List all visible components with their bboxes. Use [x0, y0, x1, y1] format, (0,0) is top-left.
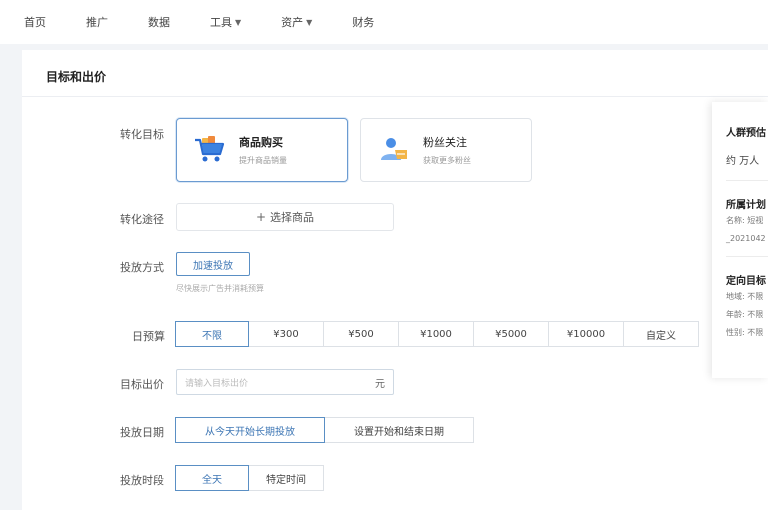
nav-label: 资产: [281, 16, 304, 29]
plan-name-prefix: 名称: [726, 216, 742, 225]
budget-option-300[interactable]: ¥300: [248, 321, 324, 347]
method-label: 投放方式: [120, 261, 164, 274]
plan-date: _2021042: [726, 234, 766, 243]
target-bid-unit: 元: [375, 378, 385, 390]
time-option-specific[interactable]: 特定时间: [248, 465, 324, 491]
nav-label: 数据: [148, 16, 170, 29]
goal-option-follow[interactable]: 粉丝关注 获取更多粉丝: [360, 118, 532, 182]
section-divider: [22, 96, 768, 97]
chevron-down-icon: ▼: [306, 17, 313, 27]
date-option-range[interactable]: 设置开始和结束日期: [324, 417, 474, 443]
gender-value: 不限: [747, 328, 764, 337]
budget-label: 日预算: [132, 330, 165, 343]
nav-item-tools[interactable]: 工具 ▼: [210, 14, 241, 30]
budget-option-unlimited[interactable]: 不限: [175, 321, 249, 347]
gender-label: 性别: [726, 328, 742, 337]
nav-item-promotion[interactable]: 推广: [86, 14, 108, 30]
age-value: 不限: [747, 310, 764, 319]
goal-option-title: 粉丝关注: [423, 136, 467, 149]
region-value: 不限: [747, 292, 764, 301]
region-label: 地域: [726, 292, 742, 301]
date-option-long-term[interactable]: 从今天开始长期投放: [175, 417, 325, 443]
nav-label: 工具: [210, 16, 232, 29]
nav-label: 财务: [352, 16, 375, 29]
nav-item-assets[interactable]: 资产 ▼: [281, 14, 312, 30]
chevron-down-icon: ▼: [235, 17, 242, 27]
time-options: 全天 特定时间: [175, 465, 324, 491]
date-label: 投放日期: [120, 426, 164, 439]
goal-bid-card: 目标和出价 转化目标 商品购买 提升商品销量 粉丝关注 获取更多粉丝 转化途径: [22, 50, 768, 510]
plus-icon: +: [255, 210, 267, 224]
age-label: 年龄: [726, 310, 742, 319]
select-product-button[interactable]: + 选择商品: [176, 203, 394, 231]
goal-label: 转化目标: [120, 128, 164, 141]
goal-option-subtitle: 提升商品销量: [239, 156, 287, 165]
summary-panel: 人群预估 约 万人 所属计划 名称: 短视 _2021042 定向目标 地域: …: [712, 102, 768, 378]
user-follow-icon: [381, 138, 407, 160]
top-nav: 首页 推广 数据 工具 ▼ 资产 ▼ 财务: [0, 0, 768, 44]
targeting-age: 年龄: 不限: [726, 310, 764, 319]
target-bid-placeholder: 请输入目标出价: [185, 378, 249, 389]
goal-option-purchase[interactable]: 商品购买 提升商品销量: [176, 118, 348, 182]
crowd-estimate-value: 约 万人: [726, 156, 760, 167]
budget-option-1000[interactable]: ¥1000: [398, 321, 474, 347]
bid-label: 目标出价: [120, 378, 164, 391]
plan-name: 名称: 短视: [726, 216, 764, 225]
section-title: 目标和出价: [46, 70, 107, 84]
time-option-all-day[interactable]: 全天: [175, 465, 249, 491]
crowd-estimate-title: 人群预估: [726, 128, 766, 139]
target-bid-input[interactable]: 请输入目标出价 元: [176, 369, 394, 395]
select-product-label: 选择商品: [270, 211, 315, 224]
date-options: 从今天开始长期投放 设置开始和结束日期: [175, 417, 474, 443]
budget-option-custom[interactable]: 自定义: [623, 321, 699, 347]
method-hint: 尽快展示广告并消耗预算: [176, 284, 264, 293]
nav-item-home[interactable]: 首页: [24, 14, 46, 30]
budget-option-10000[interactable]: ¥10000: [548, 321, 624, 347]
panel-divider: [726, 180, 768, 181]
nav-item-data[interactable]: 数据: [148, 14, 170, 30]
budget-option-500[interactable]: ¥500: [323, 321, 399, 347]
goal-option-subtitle: 获取更多粉丝: [423, 156, 471, 165]
path-label: 转化途径: [120, 213, 164, 226]
budget-options: 不限 ¥300 ¥500 ¥1000 ¥5000 ¥10000 自定义: [175, 321, 699, 347]
plan-title: 所属计划: [726, 200, 766, 211]
plan-name-value: 短视: [747, 216, 764, 225]
targeting-gender: 性别: 不限: [726, 328, 764, 337]
accelerated-delivery-button[interactable]: 加速投放: [176, 252, 250, 276]
time-label: 投放时段: [120, 474, 164, 487]
nav-label: 推广: [86, 16, 108, 29]
nav-label: 首页: [24, 16, 46, 29]
shopping-cart-icon: [195, 136, 225, 162]
goal-option-title: 商品购买: [239, 136, 283, 149]
targeting-title: 定向目标: [726, 276, 766, 287]
nav-item-finance[interactable]: 财务: [352, 14, 374, 30]
targeting-region: 地域: 不限: [726, 292, 764, 301]
panel-divider: [726, 256, 768, 257]
budget-option-5000[interactable]: ¥5000: [473, 321, 549, 347]
